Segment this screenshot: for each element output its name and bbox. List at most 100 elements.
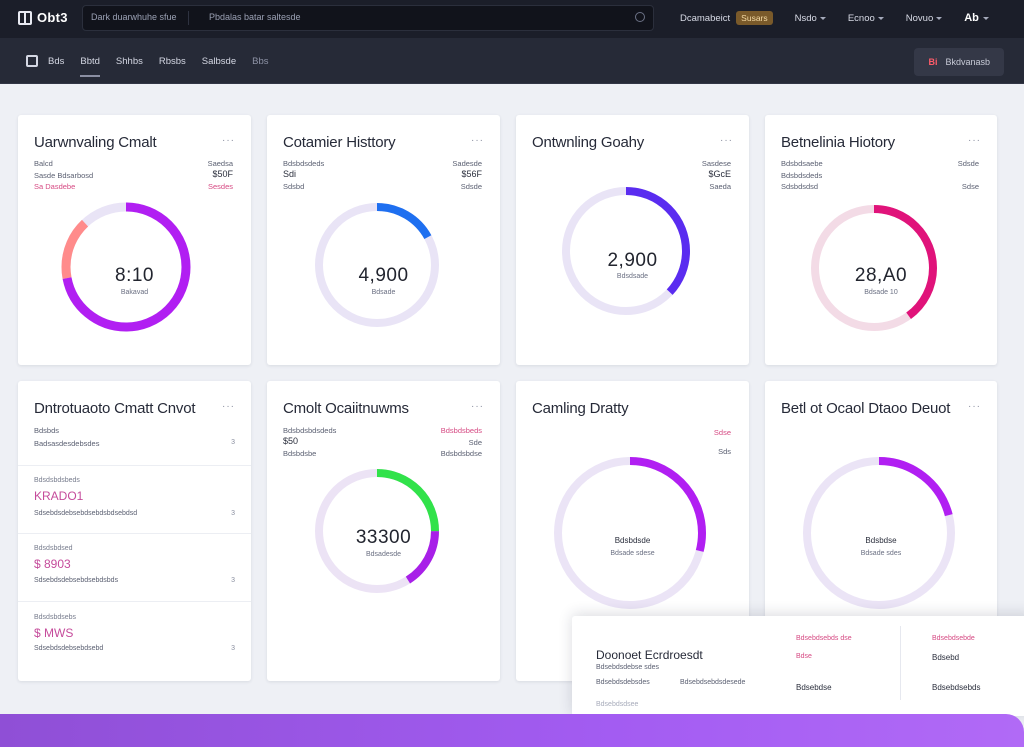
search-divider — [188, 11, 189, 25]
primary-action-button[interactable]: Bi Bkdvanasb — [914, 48, 1004, 76]
status-badge[interactable]: Susars — [736, 11, 773, 25]
donut-chart — [803, 457, 955, 609]
card-1: Uarwnvaling Cmalt ··· Balcd Sasde Bdsarb… — [18, 115, 251, 365]
menu-label-1: Nsdo — [794, 12, 817, 24]
search-input[interactable]: Dark duarwhuhe sfue Pbdalas batar saltes… — [82, 5, 654, 31]
detail-popover[interactable]: Doonoet Ecrdroesdt Bdsebdsdebse sdes Bds… — [572, 616, 1024, 716]
logo-text: Obt3 — [37, 10, 68, 25]
search-scope-label: Dark duarwhuhe sfue — [91, 12, 177, 22]
list-item-value: KRADO1 — [34, 489, 84, 503]
more-menu-icon[interactable]: ··· — [720, 135, 733, 146]
donut-caption: Bdsdsade — [616, 273, 649, 280]
card-meta: Sadesde — [452, 159, 482, 168]
donut-title: Bdsbdsde — [614, 536, 651, 545]
card-meta: Bdsbdsdeds — [781, 171, 823, 180]
popover-col3: Bdsebdsebds — [932, 683, 981, 692]
list-item-meta: Sdsebdsdebsebdsebdsbds — [34, 577, 119, 584]
donut-caption: Bdsade 10 — [864, 289, 898, 296]
app-logo[interactable]: Obt3 — [18, 10, 68, 25]
donut-value: 33300 — [355, 527, 412, 548]
list-item-value: $ MWS — [34, 626, 74, 640]
more-menu-icon[interactable]: ··· — [471, 135, 484, 146]
tab-5[interactable]: Salbsde — [202, 56, 236, 73]
more-menu-icon[interactable]: ··· — [968, 135, 981, 146]
card-meta-value: $50F — [212, 169, 233, 179]
list-item-caption: Bdsdsbdsed — [34, 545, 73, 552]
tab-3[interactable]: Shhbs — [116, 56, 143, 73]
card-meta: Sdsde — [957, 159, 979, 168]
popover-col3: Bdsebd — [932, 653, 960, 662]
card-title: Cotamier Histtory — [283, 134, 396, 151]
grid-icon[interactable] — [26, 55, 38, 67]
top-bar: Obt3 Dark duarwhuhe sfue Pbdalas batar s… — [0, 0, 1024, 38]
menu-dropdown-1[interactable]: Nsdo — [795, 13, 826, 24]
more-menu-icon[interactable]: ··· — [222, 401, 235, 412]
more-menu-icon[interactable]: ··· — [968, 401, 981, 412]
popover-col3: Bdsebdsebde — [932, 635, 975, 642]
card-4: Betnelinia Hiotory ··· Bdsbdsaebe Bdsbds… — [765, 115, 997, 365]
card-meta: Sde — [468, 438, 482, 447]
chevron-down-icon — [819, 16, 826, 20]
logo-icon — [18, 10, 32, 25]
card-meta: Sesdes — [207, 182, 233, 191]
popover-line: Bdsebdsdebse sdes — [596, 664, 660, 671]
list-item-end: 3 — [231, 645, 235, 652]
donut-caption: Bdsade — [371, 289, 396, 296]
tab-1[interactable]: Bds — [48, 56, 64, 73]
card-meta: Sdsde — [460, 182, 482, 191]
sub-navigation: Bds Bbtd Shhbs Rbsbs Salbsde Bbs Bi Bkdv… — [0, 38, 1024, 84]
tab-2[interactable]: Bbtd — [80, 56, 100, 77]
search-placeholder: Pbdalas batar saltesde — [209, 12, 301, 22]
more-menu-icon[interactable]: ··· — [222, 135, 235, 146]
list-item-meta: Sdsebdsdebsebdsebd — [34, 645, 104, 652]
menu-dropdown-2[interactable]: Ecnoo — [848, 13, 884, 24]
card-title: Dntrotuaoto Cmatt Cnvot — [34, 400, 196, 417]
list-item[interactable]: Bdsdsbdsbeds KRADO1 Sdsebdsdebsebdsebdsb… — [18, 465, 251, 533]
list-item[interactable]: Bdsdsbdsebs $ MWS Sdsebdsdebsebdsebd 3 — [18, 601, 251, 681]
card-meta: Badsasdesdebsdes — [34, 439, 100, 448]
list-item-end: 3 — [231, 510, 235, 517]
donut-caption: Bakavad — [120, 289, 149, 296]
tab-4[interactable]: Rbsbs — [159, 56, 186, 73]
tab-6[interactable]: Bbs — [252, 56, 268, 73]
list-item-caption: Bdsdsbdsebs — [34, 614, 77, 621]
chevron-down-icon — [877, 16, 884, 20]
card-meta: Bdsbdsbeds — [440, 426, 482, 435]
card-5: Dntrotuaoto Cmatt Cnvot ··· Bdsbds Badsa… — [18, 381, 251, 681]
card-meta: Saeda — [709, 182, 731, 191]
card-title: Betnelinia Hiotory — [781, 134, 895, 151]
list-item-value: $ 8903 — [34, 557, 71, 571]
card-meta: Sds — [718, 447, 731, 456]
card-meta: Bdsbdsaebe — [781, 159, 823, 168]
card-meta: Sdse — [961, 182, 979, 191]
card-6: Cmolt Ocaiitnuwms ··· Bdsbdsbdsdeds $50 … — [267, 381, 500, 681]
popover-col2: Bdse — [796, 653, 812, 660]
card-meta: Sdsbd — [283, 182, 305, 191]
menu-dropdown-3[interactable]: Novuo — [906, 13, 943, 24]
top-link[interactable]: Dcamabeict — [680, 13, 730, 24]
card-meta: Bdsbdsbdse — [440, 449, 482, 458]
list-item[interactable]: Bdsdsbdsed $ 8903 Sdsebdsdebsebdsebdsbds… — [18, 533, 251, 601]
card-meta: $50 — [283, 436, 299, 446]
card-2: Cotamier Histtory ··· Bdsbdsdeds Sdi Sds… — [267, 115, 500, 365]
card-title: Cmolt Ocaiitnuwms — [283, 400, 409, 417]
card-meta: Sasde Bdsarbosd — [34, 171, 94, 180]
card-meta: Saedsa — [207, 159, 233, 168]
card-meta: Bdsbdsdeds — [283, 159, 325, 168]
card-meta: Sdse — [713, 428, 731, 437]
donut-value: 8:10 — [115, 265, 154, 286]
search-icon[interactable] — [635, 12, 645, 22]
card-title: Uarwnvaling Cmalt — [34, 134, 157, 151]
card-meta: Bdsbds — [34, 426, 60, 435]
card-meta: Bdsbdsbdsdeds — [283, 426, 337, 435]
popover-col2: Bdsebdse — [796, 683, 832, 692]
avatar[interactable]: Ab — [964, 12, 989, 24]
card-title: Betl ot Ocaol Dtaoo Deuot — [781, 400, 951, 417]
donut-caption: Bdsade sdes — [860, 550, 902, 557]
card-meta-value: $56F — [461, 169, 482, 179]
card-meta: Bdsbdsbe — [283, 449, 317, 458]
donut-value: 2,900 — [607, 250, 658, 271]
card-title: Ontwnling Goahy — [532, 134, 645, 151]
card-meta: Sasdese — [701, 159, 731, 168]
more-menu-icon[interactable]: ··· — [471, 401, 484, 412]
